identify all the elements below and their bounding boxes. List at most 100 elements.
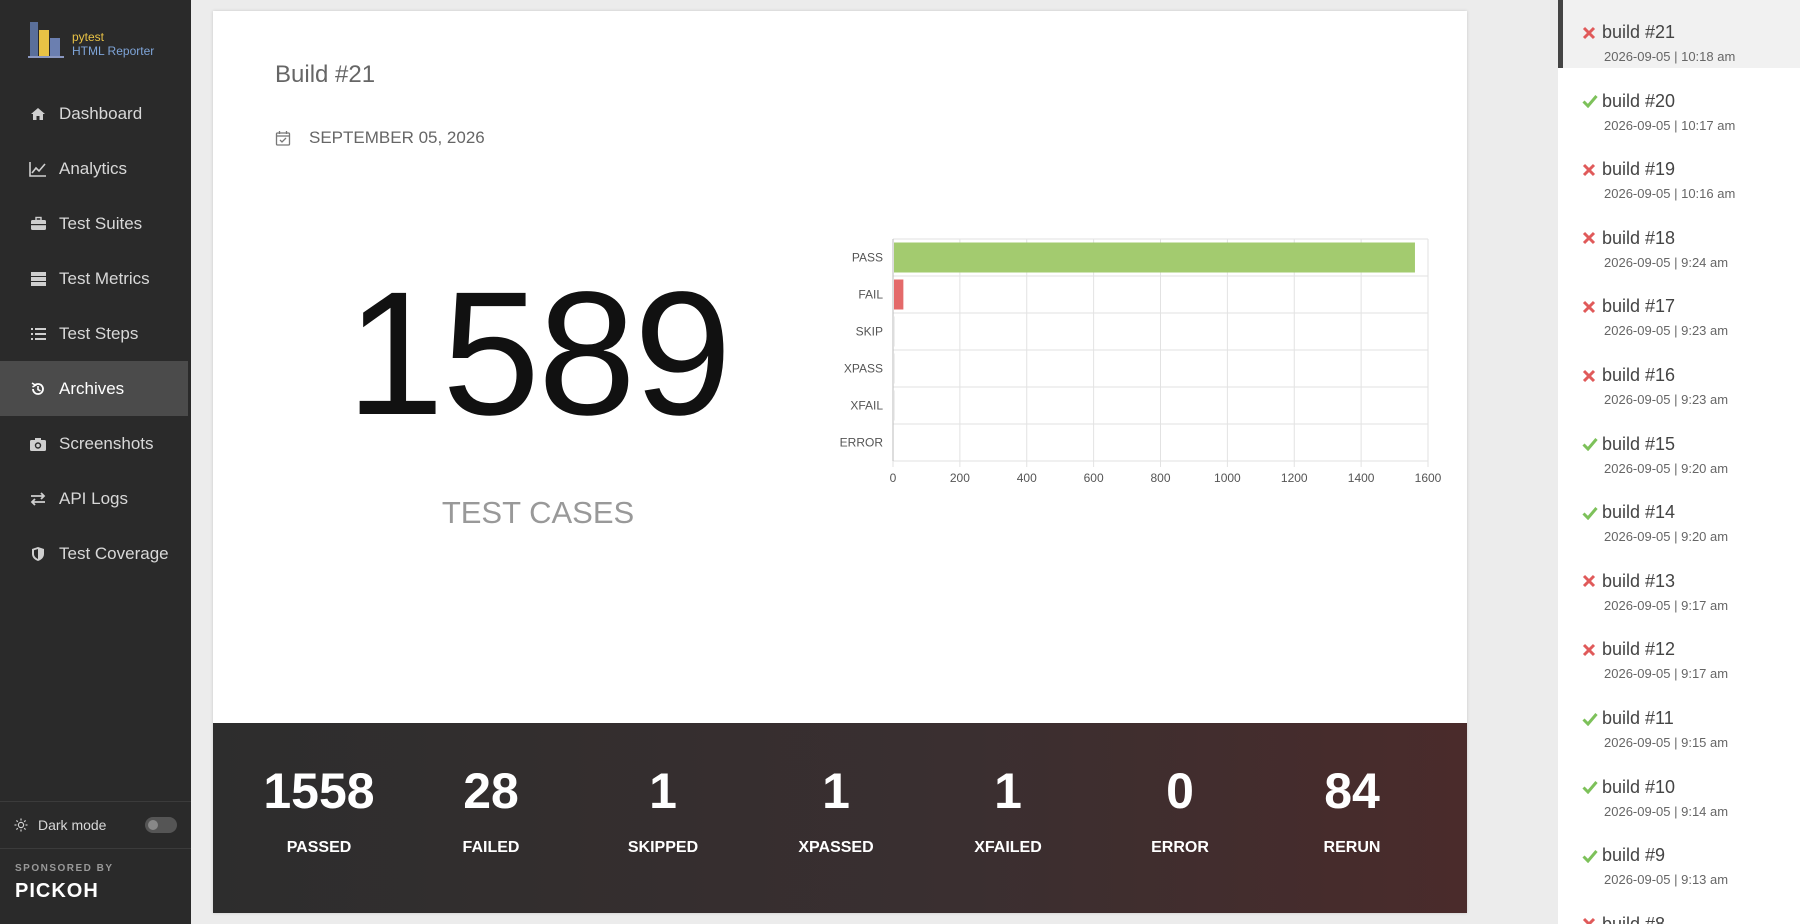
build-name: build #15 [1602,433,1676,454]
total-test-label: TEST CASES [441,495,635,530]
sidebar-item-dashboard[interactable]: Dashboard [0,86,191,141]
sidebar-item-label: Test Suites [59,213,143,233]
dark-mode-toggle[interactable] [145,817,177,833]
build-name: build #16 [1602,365,1676,385]
build-date-text: SEPTEMBER 05, 2026 [309,128,485,147]
bar-pass [894,242,1415,273]
stat-value: 1 [822,763,850,819]
y-tick-label: XPASS [844,362,883,376]
build-name: build #18 [1602,227,1676,248]
stats-bar: 1558 PASSED 28 FAILED 1 SKIPPED 1 XPASSED 1 XFAIL… [213,723,1467,913]
stat-label: SKIPPED [627,839,699,856]
stat-failed: 28 FAILED [405,761,577,857]
build-name: build #17 [1602,296,1676,317]
sidebar-item-test-coverage[interactable]: Test Coverage [0,526,191,581]
stat-label: XFAILED [974,839,1042,856]
check-icon [1582,437,1602,452]
build-list-item[interactable]: build #11 2026-09-05 | 9:15 am [1558,686,1800,754]
sun-icon [14,818,28,832]
x-icon [1582,163,1602,177]
y-tick-label: XFAIL [850,399,883,413]
build-list-item[interactable]: build #12 2026-09-05 | 9:17 am [1558,617,1800,685]
x-icon [1582,917,1602,924]
build-timestamp: 2026-09-05 | 10:17 am [1604,117,1736,133]
sidebar-item-label: Archives [59,378,125,398]
x-tick-label: 0 [890,471,897,485]
sponsor-block: SPONSORED BY PICKOH [0,848,191,924]
x-tick-label: 800 [1150,471,1170,485]
build-list-item[interactable]: build #9 2026-09-05 | 9:13 am [1558,823,1800,891]
x-tick-label: 1400 [1348,471,1375,485]
total-test-count: 1589 [346,256,732,452]
server-icon [29,270,47,288]
home-icon [29,105,47,123]
sidebar-item-test-metrics[interactable]: Test Metrics [0,251,191,306]
build-list-item[interactable]: build #8 [1558,892,1800,924]
build-name: build #13 [1602,570,1676,591]
stat-value: 1558 [263,763,375,819]
exchange-icon [29,490,47,508]
build-list-item[interactable]: build #15 2026-09-05 | 9:20 am [1558,412,1800,480]
build-name: build #9 [1602,845,1666,866]
sidebar-footer: Dark mode SPONSORED BY PICKOH [0,801,191,924]
stat-passed: 1558 PASSED [233,761,405,857]
build-name: build #19 [1602,159,1676,180]
build-list-item[interactable]: build #14 2026-09-05 | 9:20 am [1558,480,1800,548]
x-icon [1582,574,1602,588]
x-icon [1582,643,1602,657]
build-name: build #10 [1602,776,1676,797]
sidebar-item-screenshots[interactable]: Screenshots [0,416,191,471]
build-list-item[interactable]: build #10 2026-09-05 | 9:14 am [1558,755,1800,823]
status-bar-chart: 0 200 400 600 800 1000 1200 1400 1600 PASS FAIL SKI… [840,238,1442,485]
build-list-item[interactable]: build #17 2026-09-05 | 9:23 am [1558,274,1800,342]
sidebar-item-label: API Logs [59,488,128,508]
y-tick-label: ERROR [840,436,884,450]
logo-title: pytest [72,30,105,44]
sponsor-logo[interactable]: PICKOH [15,880,191,903]
sidebar-item-label: Test Steps [59,323,139,343]
build-timestamp: 2026-09-05 | 9:17 am [1604,666,1729,682]
sidebar-item-test-suites[interactable]: Test Suites [0,196,191,251]
x-icon [1582,300,1602,314]
stat-value: 0 [1166,763,1194,819]
build-timestamp: 2026-09-05 | 9:15 am [1604,735,1729,750]
build-list-item[interactable]: build #18 2026-09-05 | 9:24 am [1558,206,1800,274]
dark-mode-row: Dark mode [0,801,191,848]
build-name: build #14 [1602,502,1676,523]
sidebar-item-archives[interactable]: Archives [0,361,191,416]
y-tick-label: PASS [852,251,883,265]
check-icon [1582,712,1602,726]
sidebar: pytest HTML Reporter Dashboard Analytics… [0,0,191,924]
list-icon [29,325,47,343]
build-list-item[interactable]: build #21 2026-09-05 | 10:18 am [1558,0,1800,68]
sidebar-item-label: Screenshots [59,433,154,453]
camera-icon [29,435,47,453]
sponsor-label: SPONSORED BY [15,863,114,874]
build-name: build #20 [1602,90,1676,111]
build-timestamp: 2026-09-05 | 10:18 am [1604,49,1736,64]
build-list-item[interactable]: build #16 2026-09-05 | 9:23 am [1558,343,1800,411]
sidebar-item-api-logs[interactable]: API Logs [0,471,191,526]
build-list-item[interactable]: build #19 2026-09-05 | 10:16 am [1558,137,1800,205]
build-timestamp: 2026-09-05 | 9:23 am [1604,392,1729,407]
page-title: Build #21 [275,61,376,88]
build-list-item[interactable]: build #20 2026-09-05 | 10:17 am [1558,69,1800,137]
build-list-item[interactable]: build #13 2026-09-05 | 9:17 am [1558,549,1800,617]
build-timestamp: 2026-09-05 | 9:23 am [1604,323,1729,339]
shield-icon [29,545,47,563]
stat-label: ERROR [1151,839,1209,856]
sidebar-item-analytics[interactable]: Analytics [0,141,191,196]
build-summary-card: Build #21 SEPTEMBER 05, 2026 1589 TEST C… [213,11,1467,913]
x-tick-label: 600 [1084,471,1104,485]
stat-skipped: 1 SKIPPED [577,761,749,857]
sidebar-item-label: Test Metrics [59,268,150,288]
sidebar-item-test-steps[interactable]: Test Steps [0,306,191,361]
app-logo[interactable]: pytest HTML Reporter [28,20,154,58]
build-timestamp: 2026-09-05 | 9:20 am [1604,529,1729,545]
check-icon [1582,506,1602,520]
stat-value: 1 [649,763,677,819]
x-icon [1582,231,1602,245]
x-tick-label: 1000 [1214,471,1241,485]
stat-xpassed: 1 XPASSED [750,761,922,857]
stat-value: 1 [994,763,1022,819]
